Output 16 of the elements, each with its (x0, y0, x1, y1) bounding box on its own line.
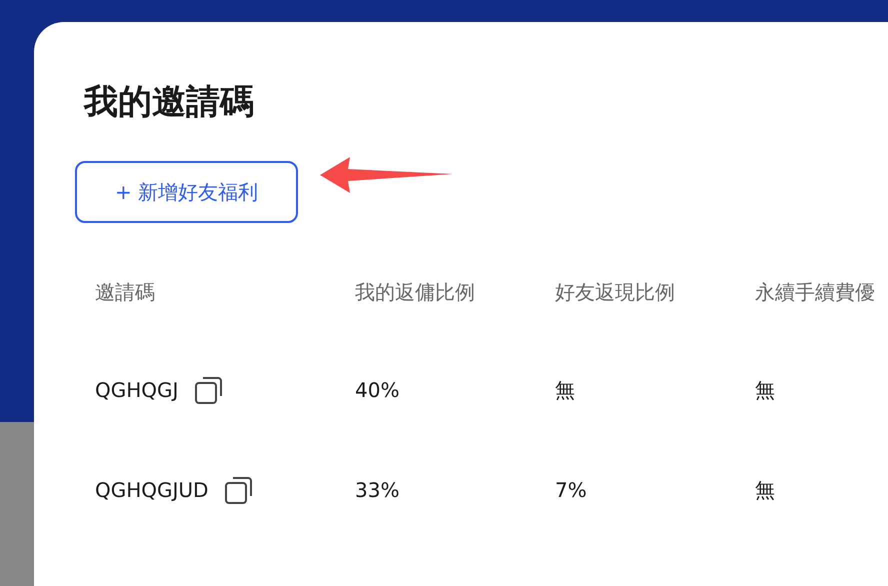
table-cell-text: 無 (755, 477, 775, 504)
add-friend-benefit-button[interactable]: + 新增好友福利 (75, 161, 298, 223)
dialog-title: 我的邀請碼 (82, 81, 255, 124)
table-cell-text: 7% (555, 477, 587, 504)
invite-code: QGHQGJUD (95, 477, 208, 504)
table-cell-text: 無 (755, 377, 775, 404)
table-cell-text: 33% (355, 477, 400, 504)
table-cell-text: 40% (355, 377, 400, 404)
column-header: 好友返現比例 (555, 280, 675, 304)
invite-code: QGHQGJ (95, 377, 178, 404)
copy-icon[interactable] (194, 375, 224, 405)
copy-icon[interactable] (224, 475, 254, 505)
table-cell-text: 無 (555, 377, 575, 404)
column-header: 永續手續費優 (755, 280, 875, 304)
column-header: 我的返傭比例 (355, 280, 475, 304)
column-header: 邀請碼 (95, 280, 155, 304)
